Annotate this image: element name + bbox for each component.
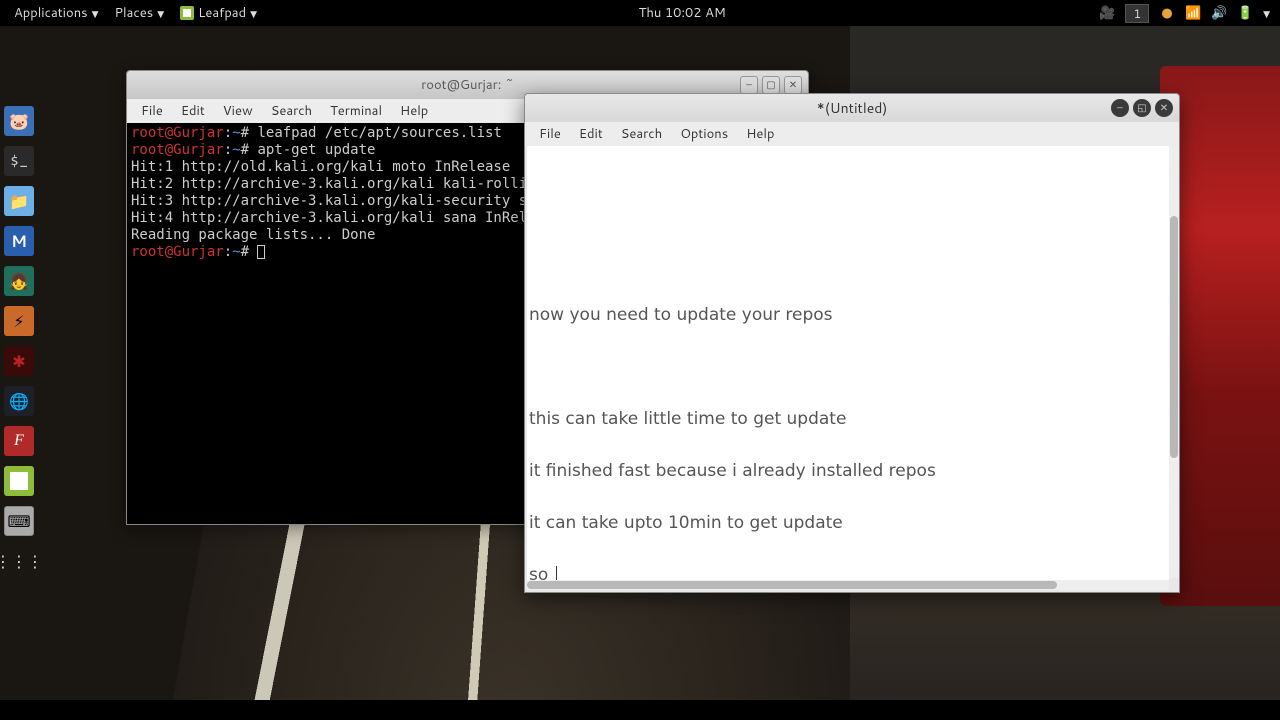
recording-icon[interactable]: 🎥: [1099, 5, 1115, 21]
leafpad-icon[interactable]: [4, 466, 34, 496]
scrollbar-thumb[interactable]: [527, 581, 1057, 589]
active-app-menu[interactable]: Leafpad ▼: [172, 4, 265, 22]
leafpad-window[interactable]: *(Untitled) – ◱ ✕ File Edit Search Optio…: [524, 93, 1180, 593]
chevron-down-icon: ▼: [157, 7, 164, 20]
dock: 🐷 $_ 📁 M 👧 ⚡ ✱ 🌐 F ⌨ ⋮⋮⋮: [4, 106, 40, 576]
menu-file[interactable]: File: [531, 123, 569, 145]
bottom-letterbox: [0, 700, 1280, 720]
leafpad-title: *(Untitled): [817, 98, 888, 118]
scrollbar-vertical[interactable]: [1169, 146, 1179, 578]
active-app-label: Leafpad: [198, 4, 246, 22]
network-icon[interactable]: 📶: [1185, 5, 1201, 21]
menu-edit[interactable]: Edit: [571, 123, 611, 145]
maximize-button[interactable]: ◱: [1133, 99, 1151, 117]
workspace-indicator[interactable]: 1: [1125, 4, 1149, 23]
menu-help[interactable]: Help: [392, 100, 436, 122]
maltego-icon[interactable]: ✱: [4, 346, 34, 376]
menu-help[interactable]: Help: [738, 123, 782, 145]
files-icon[interactable]: 📁: [4, 186, 34, 216]
battery-icon[interactable]: 🔋: [1237, 5, 1253, 21]
minimize-button[interactable]: –: [1111, 99, 1129, 117]
zenmap-icon[interactable]: 🌐: [4, 386, 34, 416]
scrollbar-horizontal[interactable]: [527, 580, 1169, 590]
chevron-down-icon[interactable]: ▼: [1263, 7, 1270, 20]
faraday-icon[interactable]: F: [4, 426, 34, 456]
armitage-icon[interactable]: 👧: [4, 266, 34, 296]
menu-file[interactable]: File: [133, 100, 171, 122]
chevron-down-icon: ▼: [92, 7, 99, 20]
burp-icon[interactable]: ⚡: [4, 306, 34, 336]
places-label: Places: [115, 4, 154, 22]
menu-options[interactable]: Options: [672, 123, 736, 145]
volume-icon[interactable]: 🔊: [1211, 5, 1227, 21]
scrollbar-thumb[interactable]: [1170, 216, 1178, 458]
leafpad-icon: [180, 6, 194, 20]
menu-search[interactable]: Search: [613, 123, 670, 145]
close-button[interactable]: ✕: [1155, 99, 1173, 117]
applications-label: Applications: [14, 4, 88, 22]
maximize-button[interactable]: ▢: [762, 76, 780, 94]
terminal-icon[interactable]: $_: [4, 146, 34, 176]
metasploit-icon[interactable]: M: [4, 226, 34, 256]
close-button[interactable]: ✕: [784, 76, 802, 94]
leafpad-titlebar[interactable]: *(Untitled) – ◱ ✕: [525, 94, 1179, 122]
menu-view[interactable]: View: [215, 100, 261, 122]
minimize-button[interactable]: –: [740, 76, 758, 94]
terminal-title: root@Gurjar: ~: [421, 76, 514, 94]
applications-menu[interactable]: Applications ▼: [6, 4, 107, 22]
clock[interactable]: Thu 10:02 AM: [629, 4, 736, 22]
apps-grid-icon[interactable]: ⋮⋮⋮: [4, 546, 34, 576]
desktop: 🐷 $_ 📁 M 👧 ⚡ ✱ 🌐 F ⌨ ⋮⋮⋮ root@Gurjar: ~ …: [0, 26, 1280, 720]
leafpad-text-area[interactable]: now you need to update your repos this c…: [527, 146, 1169, 590]
menu-terminal[interactable]: Terminal: [322, 100, 390, 122]
top-panel: Applications ▼ Places ▼ Leafpad ▼ Thu 10…: [0, 0, 1280, 26]
terminal-cursor: [257, 245, 265, 259]
menu-edit[interactable]: Edit: [173, 100, 213, 122]
pig-icon[interactable]: 🐷: [4, 106, 34, 136]
update-icon[interactable]: ●: [1159, 5, 1175, 21]
system-tray: 🎥 1 ● 📶 🔊 🔋 ▼: [1099, 4, 1274, 23]
chevron-down-icon: ▼: [250, 7, 257, 20]
menu-search[interactable]: Search: [263, 100, 320, 122]
keyboard-icon[interactable]: ⌨: [4, 506, 34, 536]
places-menu[interactable]: Places ▼: [107, 4, 173, 22]
leafpad-menubar: File Edit Search Options Help: [525, 122, 1179, 146]
